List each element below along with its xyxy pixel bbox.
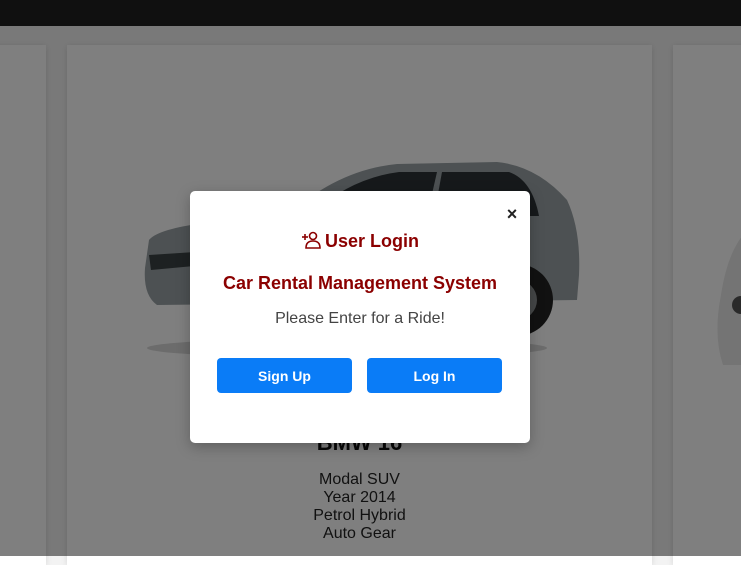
modal-subtitle: Car Rental Management System (222, 273, 498, 293)
modal-title-text: User Login (324, 231, 419, 251)
user-plus-icon (301, 231, 321, 254)
modal-message: Please Enter for a Ride! (275, 310, 445, 327)
close-button[interactable]: × (501, 203, 523, 225)
modal-title: User Login (190, 231, 530, 255)
signup-button[interactable]: Sign Up (217, 358, 352, 393)
login-modal: × User Login Car Rental Management Syste… (190, 191, 530, 443)
login-button[interactable]: Log In (367, 358, 502, 393)
